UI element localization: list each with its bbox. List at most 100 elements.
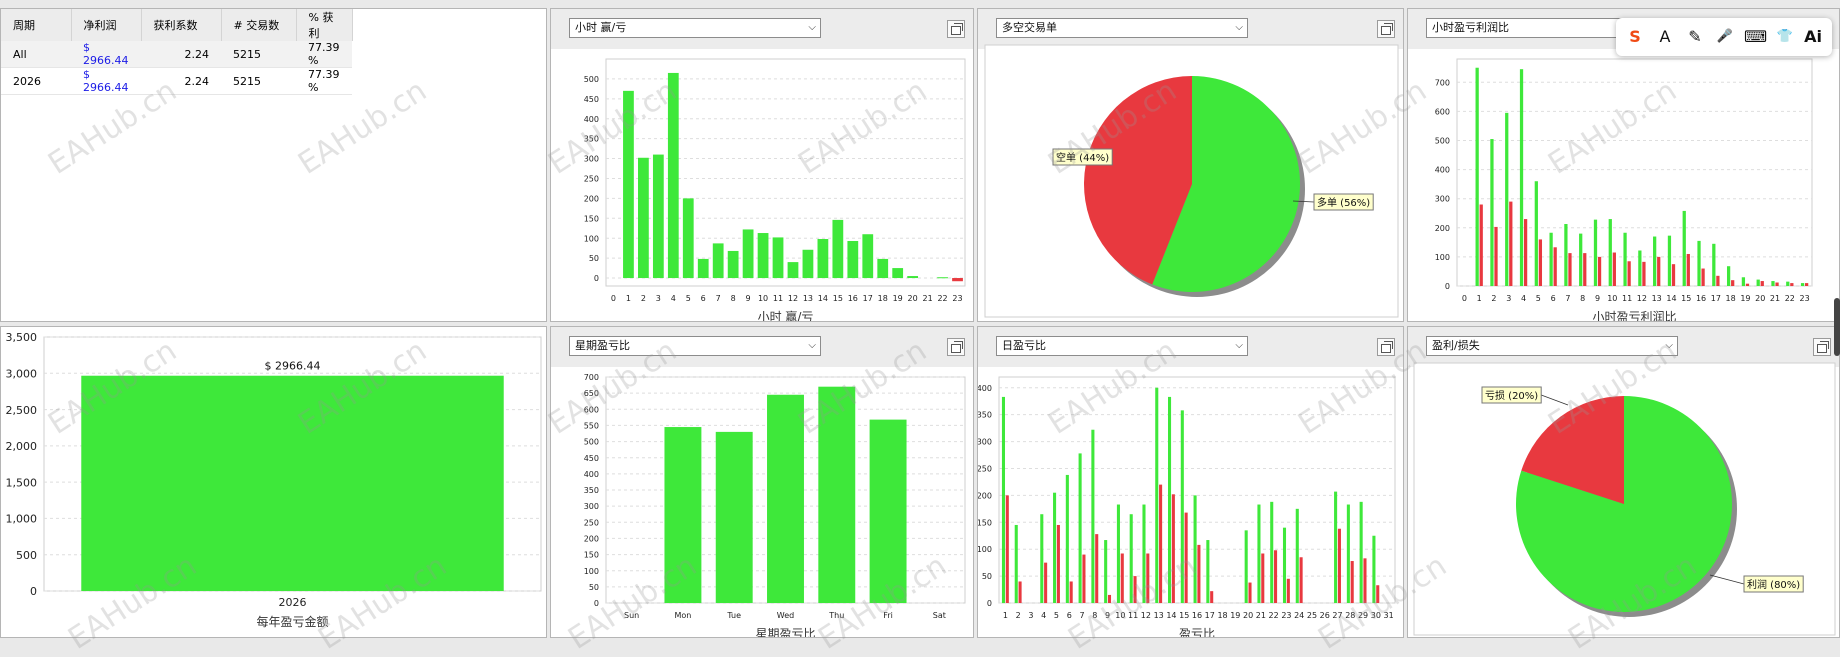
x-tick-label: 1 [1477, 294, 1482, 303]
cell-win-pct: 77.39 % [296, 41, 352, 68]
bar [1350, 561, 1354, 603]
bar [772, 237, 784, 279]
scrollbar-handle[interactable] [1834, 298, 1840, 356]
bar [1716, 275, 1720, 286]
bar [862, 234, 874, 279]
font-icon[interactable]: A [1654, 26, 1676, 48]
x-tick-label: 23 [1281, 611, 1291, 620]
bar [1091, 429, 1095, 603]
y-tick-label: 200 [584, 194, 599, 203]
cell-trades: 5215 [221, 67, 296, 95]
x-tick-label: 1 [626, 294, 631, 303]
x-axis-label: 星期盈亏比 [755, 627, 815, 638]
longshort-chart: 多单 (56%) 空单 (44%) [984, 44, 1399, 318]
ai-icon[interactable]: Ai [1802, 26, 1824, 48]
x-tick-label: 4 [1041, 611, 1046, 620]
x-tick-label: 13 [1154, 611, 1164, 620]
y-tick-label: 300 [584, 155, 599, 164]
x-tick-label: 15 [833, 294, 843, 303]
x-tick-label: 24 [1294, 611, 1304, 620]
table-row[interactable]: All $ 2966.44 2.24 5215 77.39 % [1, 41, 352, 68]
pen-icon[interactable]: ✎ [1684, 26, 1706, 48]
s-logo-icon[interactable]: S [1624, 26, 1646, 48]
bar [712, 243, 724, 279]
x-tick-label: 6 [1551, 294, 1556, 303]
y-tick-label: 700 [584, 373, 599, 382]
y-tick-label: 700 [1435, 78, 1450, 87]
bar [1197, 544, 1201, 603]
table-row[interactable]: 2026 $ 2966.44 2.24 5215 77.39 % [1, 67, 352, 95]
keyboard-icon[interactable]: ⌨ [1744, 26, 1767, 48]
x-tick-label: 7 [1079, 611, 1084, 620]
bar [1608, 219, 1612, 286]
x-tick-label: Sun [624, 611, 639, 620]
bar [1653, 236, 1657, 286]
col-profit-factor[interactable]: 获利系数 [141, 9, 222, 41]
bar [1095, 534, 1099, 603]
profitloss-panel: 盈利/损失 ⌵ 利润 (80%) 亏损 (20%) [1407, 326, 1840, 638]
x-tick-label: 6 [701, 294, 706, 303]
y-tick-label: 550 [584, 421, 599, 430]
y-tick-label: 400 [584, 115, 599, 124]
data-label: $ 2966.44 [265, 360, 321, 373]
bar [1523, 219, 1528, 286]
x-tick-label: 12 [1637, 294, 1647, 303]
col-trades[interactable]: # 交易数 [221, 9, 297, 41]
bar [1133, 576, 1137, 603]
bar [787, 262, 799, 279]
bar [1171, 494, 1175, 603]
x-tick-label: 5 [686, 294, 691, 303]
y-tick-label: 0 [1445, 282, 1450, 291]
bar [664, 427, 702, 603]
bar [869, 419, 907, 603]
bar [1509, 201, 1513, 286]
bar [847, 240, 859, 279]
bar [682, 198, 694, 279]
bar [1334, 491, 1338, 603]
x-tick-label: 23 [952, 294, 962, 303]
bar [1363, 558, 1367, 603]
profitloss-chart: 利润 (80%) 亏损 (20%) [1413, 362, 1836, 636]
bar [1193, 495, 1197, 603]
y-tick-label: 150 [584, 551, 599, 560]
x-tick-label: 3 [1506, 294, 1511, 303]
shirt-icon[interactable]: 👕 [1774, 26, 1796, 48]
bar [1775, 282, 1779, 286]
y-tick-label: 50 [589, 583, 599, 592]
col-period[interactable]: 周期 [1, 9, 72, 41]
col-win-pct[interactable]: % 获利 [296, 9, 353, 41]
daily-chart: 0501001502002503003504001 2 3 4 5 6 7 8 9 10 11 12 1… [977, 376, 1396, 637]
bar [667, 72, 679, 279]
x-tick-label: 12 [788, 294, 798, 303]
x-tick-label: 14 [818, 294, 828, 303]
x-tick-label: 9 [1595, 294, 1600, 303]
bar [1790, 283, 1794, 286]
slice-label: 空单 (44%) [1056, 151, 1109, 164]
bar [638, 157, 649, 279]
x-tick-label: 7 [716, 294, 721, 303]
bar [1282, 527, 1287, 603]
y-tick-label: 300 [977, 438, 992, 447]
bar [1082, 554, 1086, 603]
yearly-panel: 0 500 1,000 1,500 2,000 2,500 3,000 3,500 2026 $ … [0, 326, 547, 638]
x-tick-label: 15 [1179, 611, 1189, 620]
bar [1771, 281, 1775, 286]
y-tick-label: 300 [1435, 195, 1450, 204]
x-tick-label: Mon [674, 611, 691, 620]
mic-icon[interactable]: 🎤 [1714, 26, 1736, 48]
y-tick-label: 0 [594, 599, 599, 608]
bar [1286, 578, 1290, 603]
x-tick-label: 6 [1067, 611, 1072, 620]
x-tick-label: 15 [1681, 294, 1691, 303]
y-tick-label: 400 [584, 470, 599, 479]
y-tick-label: 100 [584, 567, 599, 576]
col-net-profit[interactable]: 净利润 [71, 9, 142, 41]
y-tick-label: 400 [1435, 166, 1450, 175]
x-tick-label: 30 [1371, 611, 1381, 620]
x-tick-label: 5 [1536, 294, 1541, 303]
bar [1159, 484, 1163, 603]
y-tick-label: 50 [589, 254, 599, 263]
y-tick-label: 200 [977, 491, 992, 500]
bar [1359, 501, 1363, 603]
bar [1697, 240, 1701, 286]
